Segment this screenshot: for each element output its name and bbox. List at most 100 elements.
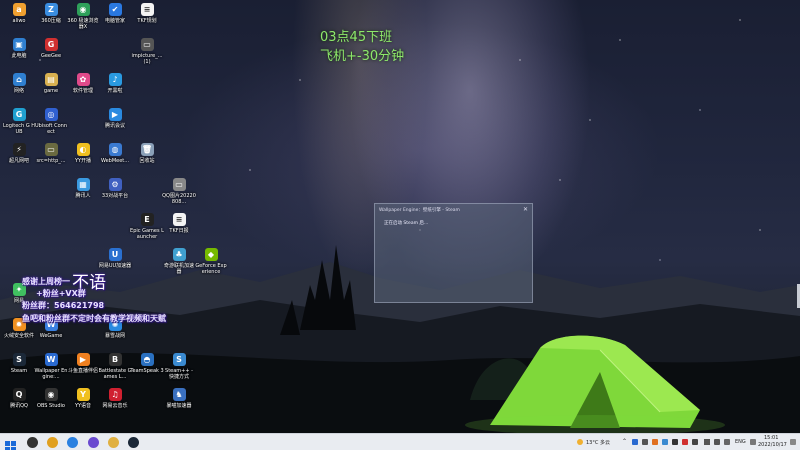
desktop-icon[interactable]: S Steam <box>2 353 36 374</box>
wallpaper-engine-window[interactable]: Wallpaper Engine：壁纸引擎 - Steam ✕ 正在启动 Ste… <box>374 203 533 303</box>
taskbar: 13°C 多云 ⌃ ENG 15:01 2022/10/17 <box>0 433 800 450</box>
desktop-icon[interactable]: ▦ 腾讯人 <box>66 178 100 199</box>
obs-icon[interactable] <box>27 437 38 448</box>
close-icon[interactable]: ✕ <box>523 206 528 213</box>
desktop-icon[interactable]: Q 腾讯QQ <box>2 388 36 409</box>
teamspeak-icon: ◓ <box>140 353 154 366</box>
desktop-icon[interactable]: ▣ 此电脑 <box>2 38 36 59</box>
desktop-icon-label: Wallpaper Engine:... <box>34 368 68 380</box>
network-icon[interactable] <box>704 439 710 445</box>
desktop-icon[interactable]: ≡ TKF日报 <box>162 213 196 234</box>
desktop-icon[interactable]: ▶ 腾讯会议 <box>98 108 132 129</box>
chrome-icon[interactable] <box>47 437 58 448</box>
desktop-icon[interactable]: ▭ QQ图片20220808... <box>162 178 196 205</box>
desktop-icon[interactable]: 🗑 回收站 <box>130 143 164 164</box>
browser-icon[interactable] <box>67 437 78 448</box>
chevron-up-icon[interactable]: ⌃ <box>622 438 627 445</box>
windows-start-icon[interactable] <box>5 437 16 450</box>
image-icon: ▭ <box>140 38 154 51</box>
app-icon[interactable] <box>88 437 99 448</box>
desktop-icon-label: 腾讯会议 <box>104 123 125 129</box>
steam-icon[interactable] <box>128 437 139 448</box>
desktop-icon[interactable]: ✔ 电脑管家 <box>98 3 132 24</box>
tray-app-icon-4[interactable] <box>662 439 668 445</box>
desktop-icon[interactable]: ♪ 开黑啦 <box>98 73 132 94</box>
tray-app-icon-6[interactable] <box>682 439 688 445</box>
uu-icon: U <box>108 248 122 261</box>
app-icon: a <box>12 3 26 16</box>
image-icon: ▭ <box>44 143 58 156</box>
desktop-icon[interactable]: ◎ Ubisoft Connect <box>34 108 68 135</box>
desktop-icon[interactable]: ◉ OBS Studio <box>34 388 68 409</box>
desktop-icon[interactable]: ⌂ 网络 <box>2 73 36 94</box>
desktop-icon-label: WebMeet... <box>100 158 130 164</box>
desktop-icon[interactable]: G Logitech G HUB <box>2 108 36 135</box>
desktop-icon[interactable]: ♞ 暴喵加速器 <box>162 388 196 409</box>
desktop-icon[interactable]: ◓ TeamSpeak 3 <box>130 353 164 374</box>
keyboard-icon[interactable] <box>750 439 756 445</box>
steampp-icon: S <box>172 353 186 366</box>
desktop-icon[interactable]: a aliwo <box>2 3 36 24</box>
folder-icon: ▤ <box>44 73 58 86</box>
desktop-icon-label: game <box>43 88 59 94</box>
desktop-icon[interactable]: ⚙ 33对战平台 <box>98 178 132 199</box>
obs-icon: ◉ <box>44 388 58 401</box>
desktop-icon[interactable]: ♣ 奇游联机加速器 <box>162 248 196 275</box>
desktop-icon[interactable]: ♫ 网易云音乐 <box>98 388 132 409</box>
overlay-promo: 鱼吧和粉丝群不定时会有教学视频和天赋 <box>22 314 166 323</box>
tray-app-icon-7[interactable] <box>692 439 698 445</box>
desktop-icon-label: GeeGee <box>40 53 62 59</box>
desktop-icon-label: 火绒安全软件 <box>3 333 34 339</box>
desktop-icon-label: GeForce Experience <box>195 263 227 275</box>
desktop-icon-label: Logitech G HUB <box>2 123 36 135</box>
logitech-icon: G <box>12 108 26 121</box>
desktop-icon[interactable]: Y YY语音 <box>66 388 100 409</box>
desktop-icon[interactable]: ⚡ 超凡网吧 <box>2 143 36 164</box>
desktop-icon[interactable]: ≡ TKF规划 <box>130 3 164 24</box>
desktop-icon-label: Ubisoft Connect <box>35 123 67 135</box>
desktop-icon[interactable]: B Battlestate Games L... <box>98 353 132 380</box>
tray-app-icon-5[interactable] <box>672 439 678 445</box>
tray-app-icon-3[interactable] <box>652 439 658 445</box>
battlestate-icon: B <box>108 353 122 366</box>
accelerator-icon: ♞ <box>172 388 186 401</box>
voice-icon: ♪ <box>108 73 122 86</box>
app-icon: ▦ <box>76 178 90 191</box>
input-language[interactable]: ENG <box>735 439 746 445</box>
desktop-icon[interactable]: ▭ src=http_... <box>34 143 68 164</box>
desktop-icon[interactable]: ◆ GeForce Experience <box>194 248 228 275</box>
desktop-icon[interactable]: ◍ WebMeet... <box>98 143 132 164</box>
desktop[interactable]: a aliwo Z 360压缩 ◉ 360 极速浏览器X ✔ 电脑管家 ≡ TKF规划 ▣ 此电脑 G G… <box>0 0 800 433</box>
desktop-icon-label: YY开播 <box>74 158 92 164</box>
desktop-icon[interactable]: ◉ 360 极速浏览器X <box>66 3 100 30</box>
volume-icon[interactable] <box>714 439 720 445</box>
desktop-icon[interactable]: G GeeGee <box>34 38 68 59</box>
desktop-icon-label: 超凡网吧 <box>8 158 29 164</box>
tray-app-icon-2[interactable] <box>642 439 648 445</box>
desktop-icon[interactable]: S Steam++ - 快捷方式 <box>162 353 196 380</box>
desktop-icon[interactable]: ▶ 斗鱼直播伴侣 <box>66 353 100 374</box>
desktop-icon[interactable]: W Wallpaper Engine:... <box>34 353 68 380</box>
overlay-thanks: 感谢上周榜一 <box>22 277 70 286</box>
tray-app-icon[interactable] <box>632 439 638 445</box>
desktop-icon[interactable]: ▭ impicture_...(1) <box>130 38 164 65</box>
game-icon: G <box>44 38 58 51</box>
desktop-icon-label: 开黑啦 <box>107 88 123 94</box>
cafe-icon: ⚡ <box>12 143 26 156</box>
weather-text[interactable]: 13°C 多云 <box>586 439 610 446</box>
folder-icon[interactable] <box>108 437 119 448</box>
clock-time[interactable]: 15:01 <box>764 435 778 441</box>
battery-icon[interactable] <box>724 439 730 445</box>
desktop-icon-label: 此电脑 <box>11 53 27 59</box>
desktop-icon[interactable]: ▤ game <box>34 73 68 94</box>
desktop-icon[interactable]: E Epic Games Launcher <box>130 213 164 240</box>
desktop-icon[interactable]: Z 360压缩 <box>34 3 68 24</box>
overlay-fan-group: 粉丝群：564621798 <box>22 301 105 310</box>
desktop-icon-label: WeGame <box>39 333 63 339</box>
clock-date[interactable]: 2022/10/17 <box>758 442 787 448</box>
notification-icon[interactable] <box>790 439 796 445</box>
accelerator-icon: ♣ <box>172 248 186 261</box>
desktop-icon[interactable]: ◐ YY开播 <box>66 143 100 164</box>
desktop-icon[interactable]: U 网易UU加速器 <box>98 248 132 269</box>
desktop-icon[interactable]: ✿ 软件管理 <box>66 73 100 94</box>
